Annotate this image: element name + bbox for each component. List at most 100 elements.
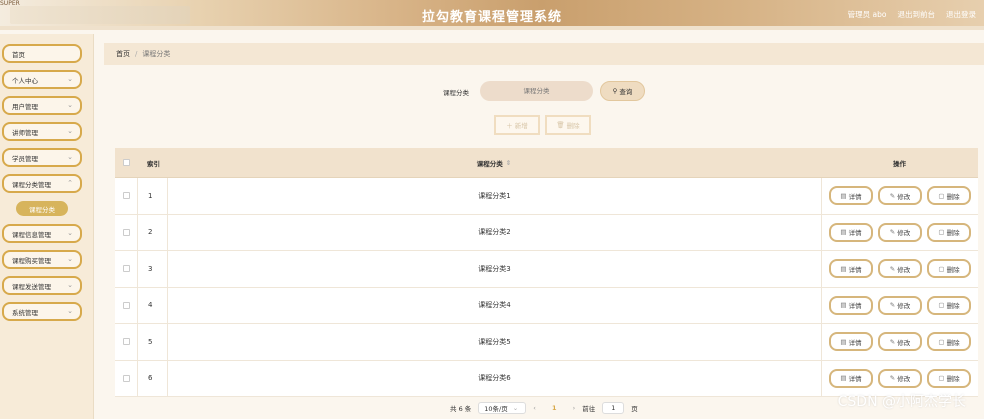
header-index: 索引 xyxy=(147,159,160,168)
edit-button[interactable]: ✎ 修改 xyxy=(878,186,922,206)
delete-label: 删除 xyxy=(946,338,960,347)
row-name: 课程分类4 xyxy=(167,287,821,323)
row-index: 6 xyxy=(137,360,167,396)
sidebar-item-course-purchase-mgmt[interactable]: 课程购买管理 ⌄ xyxy=(2,250,82,269)
sidebar-item-course-info-mgmt[interactable]: 课程信息管理 ⌄ xyxy=(2,224,82,243)
delete-button[interactable]: ▢ 删除 xyxy=(927,259,971,279)
row-checkbox[interactable] xyxy=(122,192,130,200)
chevron-down-icon: ⌄ xyxy=(67,101,73,109)
edit-label: 修改 xyxy=(897,229,911,238)
sidebar-item-system-mgmt[interactable]: 系统管理 ⌄ xyxy=(2,302,82,321)
add-button[interactable]: ＋ 新增 xyxy=(494,115,540,135)
sidebar-item-label: 用户管理 xyxy=(12,102,38,111)
delete-label: 删除 xyxy=(946,302,960,311)
sidebar-item-label: 首页 xyxy=(12,50,25,59)
breadcrumb: 首页 / 课程分类 xyxy=(104,43,984,65)
goto-label: 前往 xyxy=(582,405,596,413)
delete-button[interactable]: ▢ 删除 xyxy=(927,332,971,352)
row-name: 课程分类5 xyxy=(167,324,821,360)
batch-delete-button[interactable]: 🗑 删除 xyxy=(545,115,591,135)
breadcrumb-home[interactable]: 首页 xyxy=(116,49,130,59)
back-to-front-link[interactable]: 退出到前台 xyxy=(898,9,936,20)
chevron-down-icon: ⌄ xyxy=(67,127,73,135)
chevron-down-icon: ⌄ xyxy=(67,255,73,263)
trash-icon: 🗑 xyxy=(556,121,565,129)
row-checkbox[interactable] xyxy=(122,265,130,273)
page-size-select[interactable]: 10条/页 ⌄ xyxy=(478,402,527,414)
detail-button[interactable]: ▤ 详情 xyxy=(829,259,873,279)
row-ops: ▤ 详情 ✎ 修改 ▢ 删除 xyxy=(821,251,978,287)
logout-link[interactable]: 退出登录 xyxy=(946,9,976,20)
row-checkbox[interactable] xyxy=(122,301,130,309)
edit-label: 修改 xyxy=(897,302,911,311)
sidebar-item-course-send-mgmt[interactable]: 课程发送管理 ⌄ xyxy=(2,276,82,295)
search-input[interactable] xyxy=(480,81,593,101)
sort-icon[interactable]: ⇕ xyxy=(506,159,511,167)
action-buttons: ＋ 新增 🗑 删除 xyxy=(494,115,591,135)
detail-button[interactable]: ▤ 详情 xyxy=(829,186,873,206)
detail-button[interactable]: ▤ 详情 xyxy=(829,222,873,242)
delete-button[interactable]: ▢ 删除 xyxy=(927,186,971,206)
edit-label: 修改 xyxy=(897,375,911,384)
sidebar-item-label: 系统管理 xyxy=(12,308,38,317)
sidebar-item-label: 课程发送管理 xyxy=(12,282,51,291)
chevron-down-icon: ⌄ xyxy=(67,307,73,315)
edit-button[interactable]: ✎ 修改 xyxy=(878,222,922,242)
top-bar: SUPER 拉勾教育课程管理系统 管理员 abo 退出到前台 退出登录 xyxy=(0,0,984,30)
sidebar-item-user-mgmt[interactable]: 用户管理 ⌄ xyxy=(2,96,82,115)
delete-button[interactable]: ▢ 删除 xyxy=(927,222,971,242)
detail-button[interactable]: ▤ 详情 xyxy=(829,332,873,352)
sidebar-item-label: 个人中心 xyxy=(12,76,38,85)
pagination: 共 6 条 10条/页 ⌄ ‹ 1 › 前往 1 页 xyxy=(450,402,638,414)
goto-input[interactable]: 1 xyxy=(602,402,625,414)
prev-page-icon[interactable]: ‹ xyxy=(533,404,536,412)
header-links: 管理员 abo 退出到前台 退出登录 xyxy=(848,9,976,20)
sidebar-item-personal-center[interactable]: 个人中心 ⌄ xyxy=(2,70,82,89)
header-name[interactable]: 课程分类 ⇕ xyxy=(167,148,821,177)
row-name: 课程分类2 xyxy=(167,214,821,250)
chevron-down-icon: ⌄ xyxy=(67,281,73,289)
header-ops: 操作 xyxy=(893,159,906,168)
detail-button[interactable]: ▤ 详情 xyxy=(829,295,873,315)
row-index: 1 xyxy=(137,178,167,214)
chevron-down-icon: ⌄ xyxy=(67,229,73,237)
submenu-course-category[interactable]: 课程分类 xyxy=(16,201,68,216)
batch-delete-label: 删除 xyxy=(566,122,580,130)
search-label: 课程分类 xyxy=(443,89,469,97)
chevron-down-icon: ⌄ xyxy=(67,75,73,83)
next-page-icon[interactable]: › xyxy=(573,404,576,412)
edit-button[interactable]: ✎ 修改 xyxy=(878,332,922,352)
sidebar-item-lecturer-mgmt[interactable]: 讲师管理 ⌄ xyxy=(2,122,82,141)
edit-icon: ✎ xyxy=(889,228,896,237)
edit-button[interactable]: ✎ 修改 xyxy=(878,368,922,388)
search-button[interactable]: ⚲ 查询 xyxy=(600,81,645,101)
row-ops: ▤ 详情 ✎ 修改 ▢ 删除 xyxy=(821,214,978,250)
breadcrumb-separator: / xyxy=(135,50,138,58)
chevron-down-icon: ⌄ xyxy=(67,153,73,161)
sidebar-item-student-mgmt[interactable]: 学员管理 ⌄ xyxy=(2,148,82,167)
row-checkbox[interactable] xyxy=(122,338,130,346)
data-table: 索引 课程分类 ⇕ 操作 1 课程分类1 ▤ 详情 ✎ 修改 ▢ 删除 2 课程分类2… xyxy=(115,148,978,397)
edit-icon: ✎ xyxy=(889,374,896,383)
row-checkbox[interactable] xyxy=(122,374,130,382)
sidebar-item-label: 讲师管理 xyxy=(12,128,38,137)
edit-button[interactable]: ✎ 修改 xyxy=(878,295,922,315)
page-size-value: 10条/页 xyxy=(484,405,508,413)
delete-button[interactable]: ▢ 删除 xyxy=(927,295,971,315)
search-button-label: 查询 xyxy=(619,88,633,96)
current-page[interactable]: 1 xyxy=(552,404,557,412)
table-row: 2 课程分类2 ▤ 详情 ✎ 修改 ▢ 删除 xyxy=(115,214,978,251)
sidebar-item-label: 课程购买管理 xyxy=(12,256,51,265)
chevron-up-icon: ⌃ xyxy=(67,179,73,187)
row-name: 课程分类1 xyxy=(167,178,821,214)
sidebar-item-home[interactable]: 首页 xyxy=(2,44,82,63)
table-row: 3 课程分类3 ▤ 详情 ✎ 修改 ▢ 删除 xyxy=(115,251,978,288)
select-all-checkbox[interactable] xyxy=(122,159,130,166)
delete-button[interactable]: ▢ 删除 xyxy=(927,368,971,388)
row-checkbox[interactable] xyxy=(122,228,130,236)
delete-label: 删除 xyxy=(946,192,960,201)
sidebar-item-course-category-mgmt[interactable]: 课程分类管理 ⌃ xyxy=(2,174,82,193)
edit-label: 修改 xyxy=(897,192,911,201)
edit-button[interactable]: ✎ 修改 xyxy=(878,259,922,279)
detail-button[interactable]: ▤ 详情 xyxy=(829,368,873,388)
